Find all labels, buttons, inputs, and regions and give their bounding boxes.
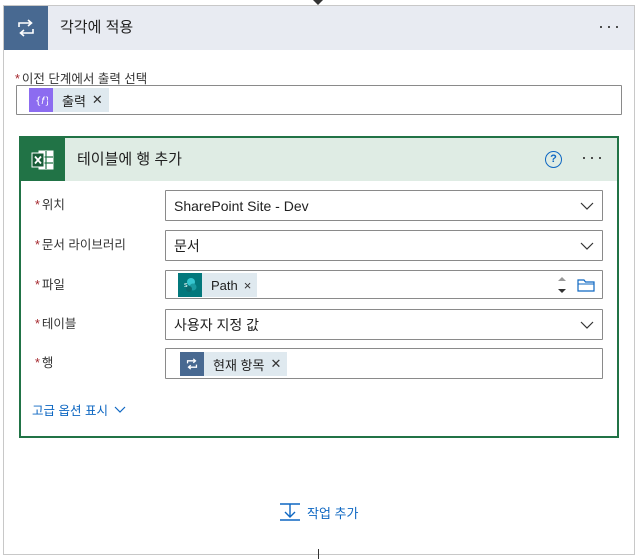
location-value: SharePoint Site - Dev: [174, 197, 309, 214]
required-marker: *: [35, 198, 40, 212]
flow-designer-canvas: 각각에 적용 ··· *이전 단계에서 출력 선택 {𝑓} 출력 ✕: [0, 0, 638, 559]
folder-picker-button[interactable]: [577, 277, 595, 293]
output-token[interactable]: {𝑓} 출력 ✕: [29, 88, 109, 112]
folder-icon: [577, 279, 595, 292]
required-marker: *: [35, 317, 40, 331]
chevron-down-icon: [580, 321, 594, 329]
add-row-card: 테이블에 행 추가 ? ··· * 위치 SharePoint Site - De…: [19, 136, 619, 438]
show-advanced-options-label: 고급 옵션 표시: [32, 404, 108, 418]
sharepoint-icon: s: [178, 273, 202, 297]
apply-to-each-header[interactable]: 각각에 적용 ···: [4, 6, 634, 50]
location-label-text: 위치: [41, 198, 65, 212]
output-select-field[interactable]: {𝑓} 출력 ✕: [16, 85, 622, 115]
table-value: 사용자 지정 값: [174, 316, 260, 333]
row-label-text: 행: [41, 356, 54, 370]
svg-text:{𝑓}: {𝑓}: [35, 96, 48, 106]
add-row-title: 테이블에 행 추가: [77, 151, 182, 168]
add-row-more-button[interactable]: ···: [581, 138, 605, 181]
library-label: * 문서 라이브러리: [35, 234, 126, 253]
output-token-remove-icon[interactable]: ✕: [92, 92, 109, 108]
svg-text:s: s: [184, 281, 188, 289]
file-field[interactable]: s Path ×: [165, 270, 603, 299]
loop-icon: [4, 6, 48, 50]
required-marker: *: [35, 238, 40, 252]
required-marker: *: [35, 278, 40, 292]
help-icon[interactable]: ?: [545, 151, 562, 168]
apply-to-each-card: 각각에 적용 ··· *이전 단계에서 출력 선택 {𝑓} 출력 ✕: [3, 5, 635, 555]
location-label: * 위치: [35, 194, 65, 213]
file-spinner[interactable]: [556, 273, 568, 297]
add-action-label: 작업 추가: [307, 505, 359, 521]
output-token-label: 출력: [62, 93, 86, 109]
library-value: 문서: [174, 237, 200, 254]
connector-line-bottom: [318, 549, 319, 559]
file-path-token[interactable]: s Path ×: [178, 273, 258, 297]
file-token-label: Path: [211, 277, 238, 293]
chevron-down-icon: [580, 242, 594, 250]
add-action-button[interactable]: 작업 추가: [279, 502, 358, 522]
expression-icon: {𝑓}: [29, 88, 53, 112]
excel-icon: [21, 138, 65, 181]
apply-to-each-more-button[interactable]: ···: [598, 6, 622, 50]
row-field[interactable]: 현재 항목 ✕: [165, 348, 603, 379]
output-select-label-text: 이전 단계에서 출력 선택: [21, 72, 148, 86]
table-label-text: 테이블: [41, 317, 77, 331]
location-dropdown[interactable]: SharePoint Site - Dev: [165, 190, 603, 221]
library-label-text: 문서 라이브러리: [41, 238, 126, 252]
required-marker: *: [15, 72, 20, 86]
show-advanced-options-link[interactable]: 고급 옵션 표시: [32, 400, 126, 419]
file-token-remove-icon[interactable]: ×: [244, 278, 258, 293]
file-label: * 파일: [35, 274, 65, 293]
table-dropdown[interactable]: 사용자 지정 값: [165, 309, 603, 340]
chevron-down-icon: [114, 406, 126, 413]
library-dropdown[interactable]: 문서: [165, 230, 603, 261]
add-row-header[interactable]: 테이블에 행 추가 ? ···: [21, 138, 617, 181]
loop-icon: [180, 352, 204, 376]
current-item-token[interactable]: 현재 항목 ✕: [180, 352, 288, 376]
spinner-arrows-icon: [558, 277, 566, 293]
apply-to-each-title: 각각에 적용: [60, 19, 134, 36]
required-marker: *: [35, 356, 40, 370]
table-label: * 테이블: [35, 313, 76, 332]
chevron-down-icon: [580, 202, 594, 210]
add-action-icon: [280, 503, 300, 521]
row-label: * 행: [35, 352, 53, 371]
current-item-token-label: 현재 항목: [213, 357, 265, 373]
file-label-text: 파일: [41, 278, 65, 292]
current-item-token-remove-icon[interactable]: ✕: [270, 356, 287, 372]
